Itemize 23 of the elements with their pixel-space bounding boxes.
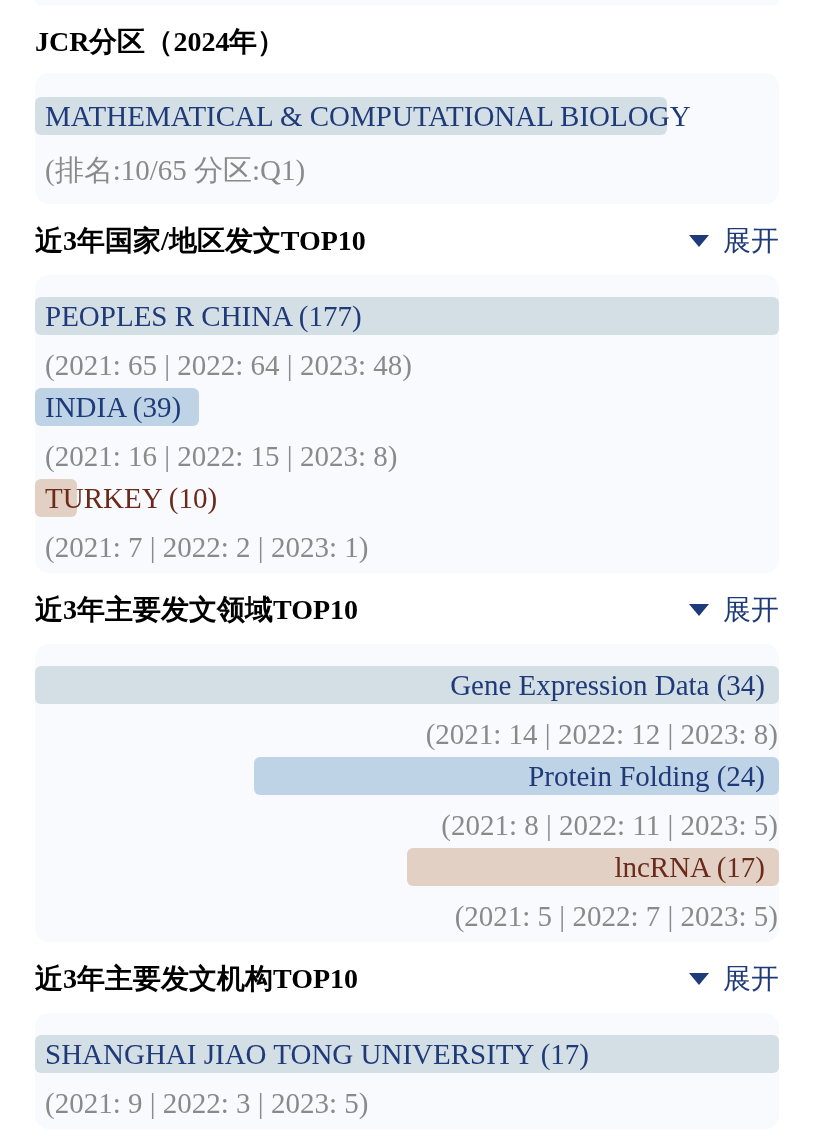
section-title: 近3年主要发文领域TOP10 <box>35 595 359 625</box>
field-label: Protein Folding (24) <box>528 759 765 794</box>
country-label: INDIA (39) <box>45 390 182 425</box>
rank-text: (排名:10/65 分区:Q1) <box>45 154 306 186</box>
country-label: TURKEY (10) <box>45 481 218 516</box>
year-counts: (2021: 65 | 2022: 64 | 2023: 48) <box>45 349 412 381</box>
expand-toggle[interactable]: 展开 <box>689 226 779 256</box>
year-counts: (2021: 7 | 2022: 2 | 2023: 1) <box>45 531 369 563</box>
year-counts: (2021: 9 | 2022: 3 | 2023: 5) <box>45 1087 369 1119</box>
field-label: Gene Expression Data (34) <box>450 668 765 703</box>
country-label: PEOPLES R CHINA (177) <box>45 299 362 334</box>
section-title: 近3年主要发文机构TOP10 <box>35 964 359 994</box>
expand-toggle[interactable]: 展开 <box>689 595 779 625</box>
institution-label: SHANGHAI JIAO TONG UNIVERSITY (17) <box>45 1037 589 1072</box>
section-title: JCR分区（2024年） <box>35 27 286 57</box>
section-title: 近3年国家/地区发文TOP10 <box>35 226 366 256</box>
field-label: lncRNA (17) <box>614 850 765 885</box>
year-counts: (2021: 5 | 2022: 7 | 2023: 5) <box>454 900 778 932</box>
expand-toggle[interactable]: 展开 <box>689 964 779 994</box>
year-counts: (2021: 8 | 2022: 11 | 2023: 5) <box>441 809 778 841</box>
year-counts: (2021: 14 | 2022: 12 | 2023: 8) <box>425 718 778 750</box>
category-label: MATHEMATICAL & COMPUTATIONAL BIOLOGY <box>45 99 691 134</box>
year-counts: (2021: 16 | 2022: 15 | 2023: 8) <box>45 440 398 472</box>
